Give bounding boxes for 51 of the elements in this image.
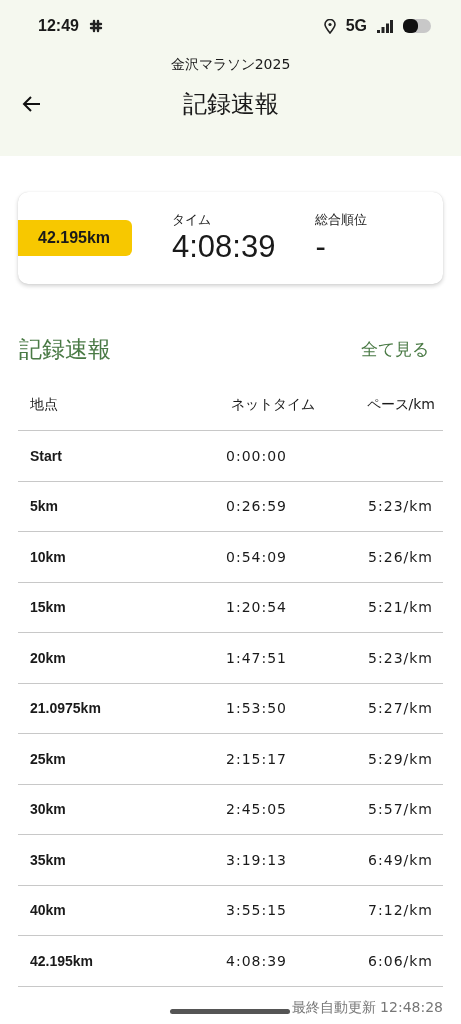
section-title: 記録速報 <box>19 335 111 364</box>
time-label: タイム <box>172 211 212 229</box>
column-header: ペース/km <box>365 395 435 414</box>
net-time-cell-text: 1:53:50 <box>225 700 288 717</box>
point-cell-text: 40km <box>30 902 67 919</box>
pace-cell-text: 6:49/km <box>367 851 434 868</box>
net-time-cell-text: 4:08:39 <box>225 952 288 969</box>
battery-icon <box>403 19 431 33</box>
pace-cell-text: 5:27/km <box>367 700 434 717</box>
net-time-cell-text: 3:19:13 <box>225 851 288 868</box>
pace-cell-text: 5:23/km <box>367 649 434 666</box>
net-time-cell-text: 3:55:15 <box>225 902 288 919</box>
point-cell-text: 35km <box>30 851 67 868</box>
point-cell-text: 10km <box>30 548 67 565</box>
pace-cell-text: 5:21/km <box>367 599 434 616</box>
status-time: 12:49 <box>38 17 79 35</box>
point-cell-text: 30km <box>30 801 67 818</box>
point-cell-text: 25km <box>30 750 67 767</box>
net-time-cell-text: 1:47:51 <box>225 649 288 666</box>
column-header: 地点 <box>30 395 59 414</box>
last-updated: 最終自動更新 12:48:28 <box>291 998 443 1017</box>
net-time-cell-text: 1:20:54 <box>225 599 288 616</box>
event-name: 金沢マラソン2025 <box>169 56 292 74</box>
page-title: 記録速報 <box>181 89 280 120</box>
net-time-cell-text: 0:54:09 <box>225 548 288 565</box>
point-cell-text: 20km <box>30 649 67 666</box>
net-time-cell-text: 2:45:05 <box>225 801 288 818</box>
rank-label: 総合順位 <box>315 211 368 229</box>
net-time-cell-text: 2:15:17 <box>225 750 288 767</box>
network-label: 5G <box>345 17 367 35</box>
net-time-cell-text: 0:00:00 <box>225 447 288 464</box>
column-header: ネットタイム <box>230 395 315 414</box>
point-cell-text: 15km <box>30 599 67 616</box>
point-cell-text: 42.195km <box>30 952 95 969</box>
hash-icon <box>88 19 103 33</box>
pace-cell-text: 5:23/km <box>367 498 434 515</box>
pace-cell-text: 5:57/km <box>367 801 434 818</box>
rank-value: - <box>315 229 327 265</box>
point-cell-text: 5km <box>30 498 60 515</box>
pace-cell-text: 5:29/km <box>367 750 434 767</box>
net-time-cell-text: 0:26:59 <box>225 498 288 515</box>
point-cell-text: 21.0975km <box>30 700 102 717</box>
view-all-link[interactable]: 全て見る <box>361 338 429 361</box>
pace-cell-text: 7:12/km <box>367 902 434 919</box>
pace-cell-text: 6:06/km <box>367 952 434 969</box>
signal-icon <box>377 19 393 33</box>
point-cell-text: Start <box>30 447 63 464</box>
finish-time: 4:08:39 <box>172 229 276 265</box>
distance-label: 42.195km <box>18 220 132 256</box>
pace-cell-text: 5:26/km <box>367 548 434 565</box>
location-icon <box>323 18 336 34</box>
